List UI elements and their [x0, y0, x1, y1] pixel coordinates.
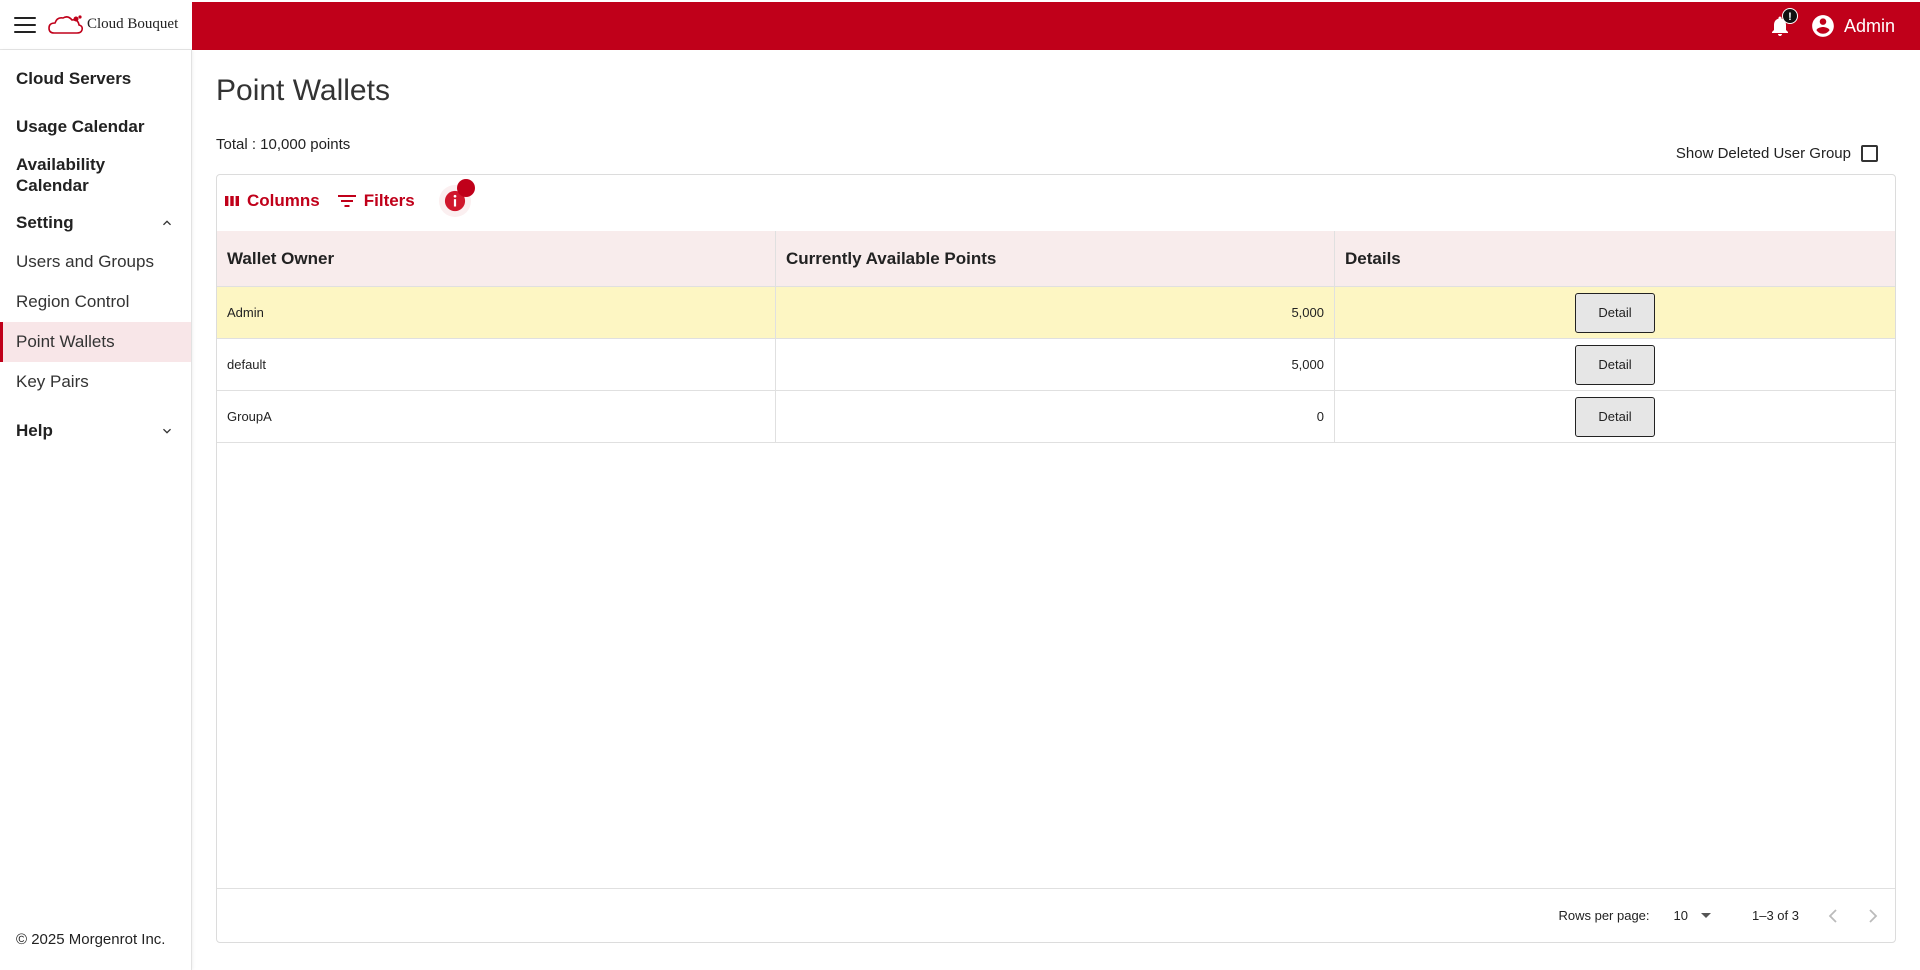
column-header-wallet-owner[interactable]: Wallet Owner [217, 231, 776, 286]
wallet-owner-cell: Admin [217, 287, 776, 338]
main-content: Point Wallets Total : 10,000 points Show… [216, 50, 1896, 970]
grid-toolbar: Columns Filters [225, 179, 475, 217]
details-cell: Detail [1335, 391, 1895, 442]
data-grid: Columns Filters Wallet Owner Currently A… [216, 174, 1896, 943]
total-points: Total : 10,000 points [216, 136, 351, 153]
logo[interactable]: Cloud Bouquet [48, 14, 178, 36]
filters-label: Filters [363, 191, 415, 210]
logo-text: Cloud Bouquet [87, 16, 179, 32]
chevron-down-icon [163, 428, 171, 434]
page-range: 1–3 of 3 [1752, 908, 1799, 923]
sidebar-item-usage-calendar[interactable]: Usage Calendar [0, 116, 191, 137]
table-row[interactable]: Admin 5,000 Detail [217, 287, 1895, 339]
user-menu[interactable]: Admin [1810, 13, 1895, 39]
detail-button[interactable]: Detail [1575, 344, 1655, 385]
sidebar-item-help[interactable]: Help [0, 420, 191, 441]
rows-per-page-label: Rows per page: [1558, 908, 1650, 923]
column-header-details[interactable]: Details [1335, 231, 1895, 286]
show-deleted-checkbox[interactable] [1861, 145, 1878, 162]
pagination: Rows per page: 10 1–3 of 3 [217, 888, 1895, 942]
details-cell: Detail [1335, 287, 1895, 338]
sidebar-item-setting-label: Setting [16, 213, 74, 232]
cloud-bouquet-logo-icon [48, 14, 83, 34]
copyright-footer: © 2025 Morgenrot Inc. [16, 931, 166, 948]
wallet-owner-cell: default [217, 339, 776, 390]
table-row[interactable]: GroupA 0 Detail [217, 391, 1895, 443]
points-cell: 0 [776, 391, 1335, 442]
rows-per-page-value: 10 [1673, 908, 1688, 923]
arrow-drop-down-icon [1701, 912, 1711, 918]
info-badge [456, 179, 475, 197]
detail-button[interactable]: Detail [1575, 292, 1655, 333]
table-header: Wallet Owner Currently Available Points … [217, 231, 1895, 287]
detail-button[interactable]: Detail [1575, 396, 1655, 437]
sidebar-item-key-pairs[interactable]: Key Pairs [0, 362, 191, 402]
sidebar-item-help-label: Help [16, 421, 53, 440]
notification-button[interactable]: ! [1768, 8, 1798, 38]
sidebar: Cloud Servers Usage Calendar Availabilit… [0, 50, 192, 970]
view-column-icon [225, 196, 239, 206]
top-bar: ! Admin [192, 2, 1920, 50]
points-cell: 5,000 [776, 339, 1335, 390]
rows-per-page-select[interactable]: 10 [1674, 908, 1712, 923]
page-title: Point Wallets [216, 74, 390, 107]
wallet-owner-cell: GroupA [217, 391, 776, 442]
columns-label: Columns [247, 191, 320, 210]
show-deleted-label: Show Deleted User Group [1675, 145, 1851, 162]
table-row[interactable]: default 5,000 Detail [217, 339, 1895, 391]
logo-area: Cloud Bouquet [0, 0, 192, 50]
menu-icon[interactable] [14, 16, 36, 33]
details-cell: Detail [1335, 339, 1895, 390]
sidebar-item-setting[interactable]: Setting [0, 212, 191, 233]
account-circle-icon [1812, 15, 1834, 37]
next-page-icon[interactable] [1867, 908, 1879, 923]
show-deleted-toggle: Show Deleted User Group [1676, 145, 1896, 162]
sidebar-item-region-control[interactable]: Region Control [0, 282, 191, 322]
info-button[interactable] [438, 179, 475, 217]
sidebar-item-point-wallets[interactable]: Point Wallets [0, 322, 191, 362]
user-name: Admin [1843, 15, 1895, 36]
sidebar-item-availability-calendar[interactable]: Availability Calendar [0, 154, 191, 196]
columns-button[interactable]: Columns [225, 191, 320, 211]
column-header-available-points[interactable]: Currently Available Points [776, 231, 1335, 286]
points-cell: 5,000 [776, 287, 1335, 338]
previous-page-icon[interactable] [1827, 908, 1839, 923]
filter-list-icon [337, 195, 356, 207]
filters-button[interactable]: Filters [337, 191, 415, 211]
notification-badge: ! [1782, 8, 1798, 24]
sidebar-item-cloud-servers[interactable]: Cloud Servers [0, 68, 191, 89]
chevron-up-icon [163, 220, 171, 226]
sidebar-item-users-and-groups[interactable]: Users and Groups [0, 242, 191, 282]
